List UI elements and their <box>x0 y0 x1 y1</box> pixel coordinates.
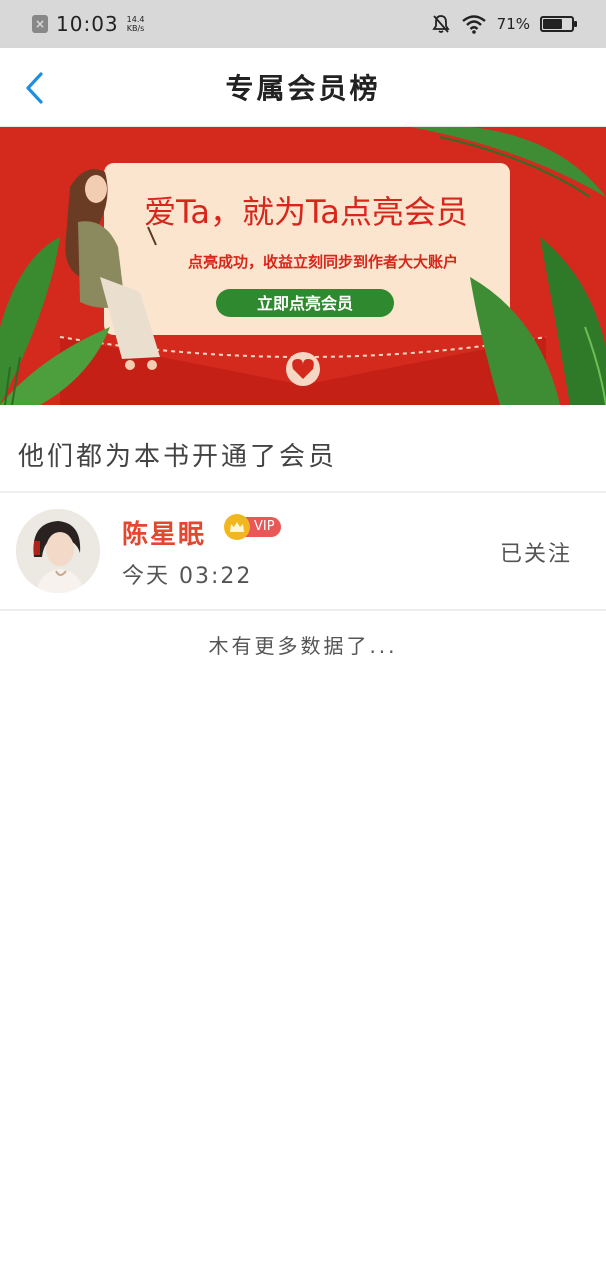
avatar[interactable] <box>16 509 100 593</box>
member-name[interactable]: 陈星眠 <box>122 514 206 551</box>
banner-subline: 点亮成功，收益立刻同步到作者大大账户 <box>188 253 458 271</box>
light-up-button-label: 立即点亮会员 <box>257 294 353 313</box>
nav-bar: 专属会员榜 <box>0 48 606 127</box>
avatar-image <box>16 509 100 593</box>
network-speed: 14.4 KB/s <box>127 15 145 33</box>
vip-badge: VIP <box>224 514 281 540</box>
crown-icon <box>224 514 250 540</box>
battery-icon <box>540 16 577 32</box>
section-title: 他们都为本书开通了会员 <box>18 442 338 472</box>
member-time: 今天 03:22 <box>122 564 253 589</box>
battery-percent: 71% <box>496 15 530 33</box>
divider <box>0 609 606 611</box>
network-speed-value: 14.4 <box>126 15 145 24</box>
network-speed-unit: KB/s <box>126 24 145 33</box>
bell-muted-icon <box>431 15 450 33</box>
wifi-icon <box>461 15 486 34</box>
promo-banner[interactable]: 爱Ta，就为Ta点亮会员 点亮成功，收益立刻同步到作者大大账户 立即点亮会员 <box>0 127 606 405</box>
page-title: 专属会员榜 <box>225 72 381 105</box>
notification-close-icon: × <box>32 15 48 33</box>
follow-button[interactable]: 已关注 <box>500 536 572 568</box>
banner-headline: 爱Ta，就为Ta点亮会员 <box>144 193 468 231</box>
clock: 10:03 <box>56 12 119 36</box>
banner-graphic: 爱Ta，就为Ta点亮会员 点亮成功，收益立刻同步到作者大大账户 立即点亮会员 <box>0 127 606 405</box>
status-bar: × 10:03 14.4 KB/s 71% <box>0 0 606 48</box>
no-more-data: 木有更多数据了... <box>208 634 398 658</box>
